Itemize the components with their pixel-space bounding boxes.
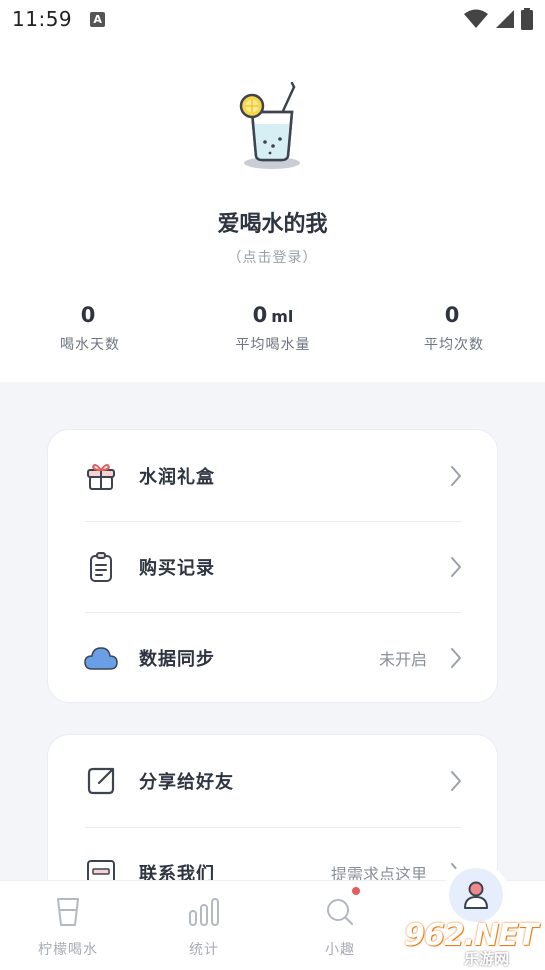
status-bar: 11:59 A: [0, 0, 545, 38]
menu-label: 水润礼盒: [139, 467, 215, 488]
menu-item-gift-box[interactable]: 水润礼盒: [48, 431, 499, 521]
wifi-icon: [464, 9, 488, 28]
menu-item-share[interactable]: 分享给好友: [48, 736, 499, 826]
sync-status: 未开启: [378, 650, 427, 669]
menu-label: 购买记录: [139, 558, 215, 579]
chevron-right-icon: [451, 771, 461, 791]
menu-label: 数据同步: [139, 649, 215, 670]
stat-drink-days: 0 喝水天数: [10, 300, 170, 354]
stat-avg-volume: 0 ml 平均喝水量: [193, 300, 353, 354]
status-indicators: [463, 8, 533, 30]
menu-label: 分享给好友: [139, 772, 234, 793]
stat-value: 0: [444, 303, 460, 327]
notification-icon: A: [90, 11, 106, 27]
login-hint[interactable]: （点击登录）: [0, 247, 545, 267]
stat-value: 0: [252, 303, 268, 327]
stat-avg-times: 0 平均次数: [374, 300, 534, 354]
tab-label: 柠檬喝水: [38, 942, 98, 958]
tab-label: 小趣: [325, 942, 355, 958]
stat-unit: ml: [271, 307, 294, 326]
notification-badge: [352, 887, 360, 895]
cup-icon: [52, 895, 84, 929]
chevron-right-icon: [451, 648, 461, 668]
battery-icon: [521, 8, 533, 30]
tab-statistics[interactable]: 统计: [136, 881, 272, 970]
watermark-sub: 乐游网: [464, 950, 510, 968]
stats-icon: [188, 895, 220, 929]
signal-icon: [496, 10, 514, 28]
lemon-water-avatar-icon[interactable]: [230, 82, 310, 172]
chevron-right-icon: [451, 466, 461, 486]
stat-value: 0: [80, 303, 96, 327]
nickname[interactable]: 爱喝水的我: [0, 206, 545, 238]
share-icon: [84, 764, 118, 798]
stat-label: 喝水天数: [60, 337, 120, 353]
menu-card-primary: 水润礼盒 购买记录 数据同步 未开启: [47, 429, 498, 703]
chevron-right-icon: [451, 557, 461, 577]
menu-item-data-sync[interactable]: 数据同步 未开启: [48, 613, 499, 703]
stat-label: 平均次数: [424, 337, 484, 353]
gift-box-icon: [84, 459, 118, 493]
search-icon: [324, 887, 360, 929]
status-time: 11:59: [12, 7, 73, 31]
site-watermark: 962.NET 乐游网: [400, 918, 545, 970]
tab-fun[interactable]: 小趣: [272, 881, 408, 970]
clipboard-icon: [84, 550, 118, 584]
person-icon: [464, 881, 488, 909]
tab-lemon-drink[interactable]: 柠檬喝水: [0, 881, 136, 970]
menu-item-purchase-history[interactable]: 购买记录: [48, 522, 499, 612]
stat-label: 平均喝水量: [235, 337, 311, 353]
cloud-icon: [84, 641, 118, 675]
profile-header[interactable]: 爱喝水的我 （点击登录） 0 喝水天数 0 ml 平均喝水量 0 平均次数: [0, 38, 545, 382]
tab-label: 统计: [189, 942, 219, 958]
